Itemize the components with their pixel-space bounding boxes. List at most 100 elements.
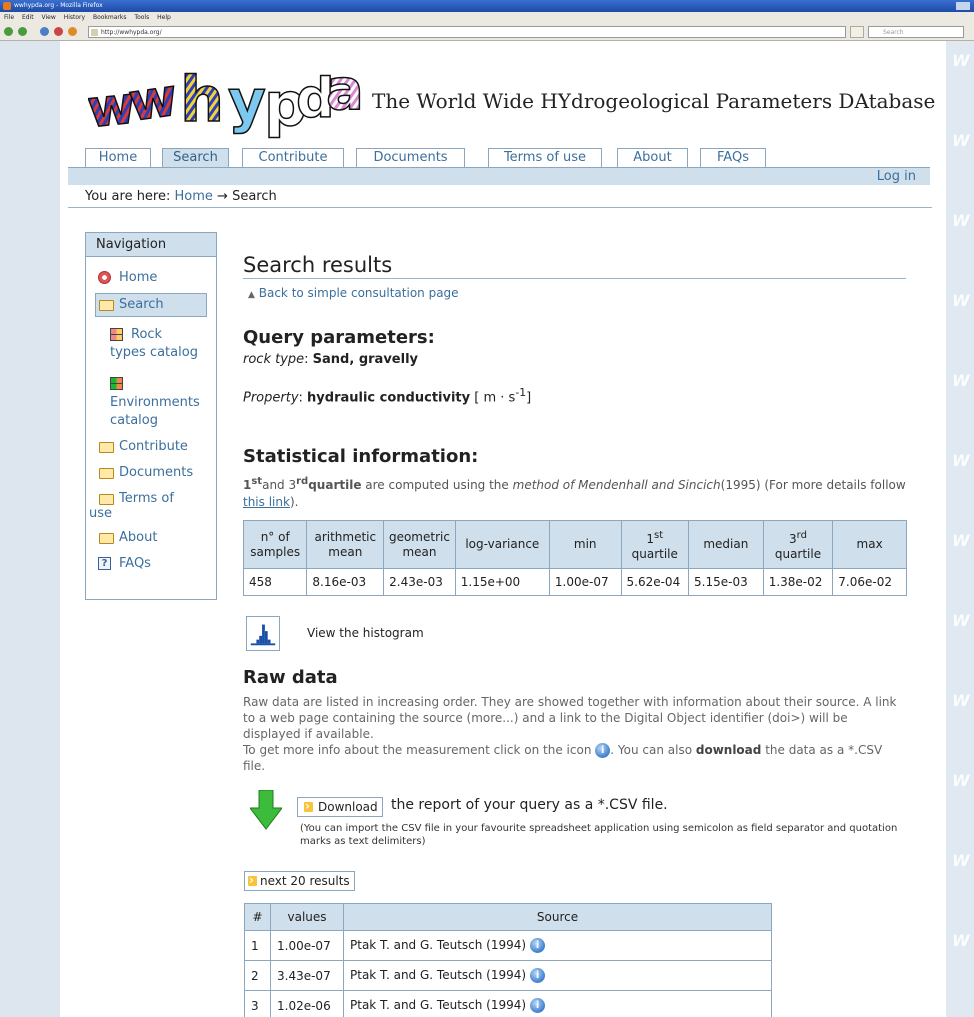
histogram-icon[interactable] [246,616,280,651]
back-arrow-icon[interactable] [4,27,13,36]
search-placeholder: Search [883,29,904,36]
home-browser-icon[interactable] [68,27,77,36]
unit-exponent: -1 [515,386,527,399]
nav-item-rock-types-line2[interactable]: types catalog [110,344,198,361]
nav-item-rock-types-line1[interactable]: Rock [131,326,162,343]
tab-about[interactable]: About [617,148,688,168]
right-background: W W W W W W W W W W W W [946,41,974,1017]
window-controls[interactable] [956,2,970,10]
tab-contribute[interactable]: Contribute [242,148,344,168]
download-button[interactable]: Download [297,797,383,817]
note-quartile: quartile [308,478,362,492]
source-text: Ptak T. and G. Teutsch (1994) [350,938,527,952]
folder-icon [99,533,114,544]
menu-file[interactable]: File [4,14,14,21]
raw-data-heading: Raw data [243,667,338,688]
note-after: (1995) (For more details follow [720,478,906,492]
col-values: values [270,903,344,931]
col-arith-mean: arithmetic mean [306,520,385,569]
info-icon[interactable]: i [530,938,546,953]
raw-data-table: # values Source 1 1.00e-07 Ptak T. and G… [244,903,772,1017]
nav-item-about[interactable]: About [119,529,157,546]
menu-view[interactable]: View [42,14,56,21]
nav-item-environments-line1[interactable]: Environments [110,394,200,411]
menu-bookmarks[interactable]: Bookmarks [93,14,127,21]
menu-help[interactable]: Help [157,14,171,21]
tab-strip: Log in [68,167,930,185]
cell-q1: 5.62e-04 [620,568,690,596]
q3-word: quartile [774,546,822,561]
folder-icon [99,442,114,453]
forward-arrow-icon[interactable] [18,27,27,36]
table-row: 3 1.02e-06 Ptak T. and G. Teutsch (1994)… [244,990,772,1017]
row-value: 3.43e-07 [270,960,344,991]
home-icon [98,271,111,284]
browser-menu-bar: File Edit View History Bookmarks Tools H… [0,12,974,23]
row-number: 1 [244,930,271,961]
info-icon[interactable]: i [530,968,546,983]
nav-item-home[interactable]: Home [119,269,157,286]
tab-documents[interactable]: Documents [356,148,465,168]
nav-item-faqs[interactable]: FAQs [119,555,151,572]
tab-faqs[interactable]: FAQs [700,148,766,168]
breadcrumb-current: Search [232,189,277,204]
question-icon: ? [98,557,111,570]
info-icon[interactable]: i [530,998,546,1013]
browser-nav-bar: http://wwhypda.org/ Search [0,23,974,41]
browser-search-input[interactable]: Search [868,26,964,38]
url-text: http://wwhypda.org/ [101,29,162,36]
unit-text: [ m · s [474,390,516,406]
svg-text:w: w [125,68,181,134]
q3-sup: rd [796,529,807,541]
watermark-glyph: W [952,211,970,230]
back-link[interactable]: ▲ Back to simple consultation page [248,286,459,300]
url-bar[interactable]: http://wwhypda.org/ [88,26,846,38]
this-link[interactable]: this link [243,495,290,509]
note-method: method of Mendenhall and Sincich [512,478,721,492]
rock-type-value: Sand, gravelly [312,352,418,367]
arrow-icon [248,871,257,889]
menu-history[interactable]: History [64,14,85,21]
login-link[interactable]: Log in [877,169,916,184]
window-title: wwhypda.org - Mozilla Firefox [14,2,103,9]
col-samples: n° of samples [242,520,308,569]
tab-search[interactable]: Search [162,148,229,169]
wwhypda-logo[interactable]: w w h y p d a [88,51,368,141]
view-histogram-link[interactable]: View the histogram [307,626,424,640]
col-median: median [688,520,764,569]
tab-terms-of-use[interactable]: Terms of use [488,148,602,168]
col-log-variance: log-variance [454,520,550,569]
favicon-icon [91,29,98,36]
property-label: Property [243,390,299,406]
statistics-note: 1stand 3rdquartile are computed using th… [243,473,907,511]
row-source: Ptak T. and G. Teutsch (1994) i [343,990,772,1017]
cell-samples: 458 [242,568,308,596]
watermark-glyph: W [952,531,970,550]
nav-item-terms-line2[interactable]: use [89,505,112,522]
stop-icon[interactable] [54,27,63,36]
navigation-portlet: Navigation Home Search Rock types catalo… [85,232,217,600]
watermark-glyph: W [952,931,970,950]
row-number: 3 [244,990,271,1017]
breadcrumb-home[interactable]: Home [175,189,213,204]
breadcrumb-separator: → [217,189,228,204]
tab-home[interactable]: Home [85,148,151,168]
nav-item-contribute[interactable]: Contribute [119,438,188,455]
next-results-label: next 20 results [260,874,350,888]
nav-item-terms-line1[interactable]: Terms of [119,490,174,507]
statistical-information-heading: Statistical information: [243,446,479,467]
left-background [0,41,60,1017]
breadcrumb-prefix: You are here: [85,189,171,204]
watermark-glyph: W [952,611,970,630]
go-button[interactable] [850,26,864,38]
row-value: 1.02e-06 [270,990,344,1017]
svg-text:y: y [228,67,266,135]
reload-icon[interactable] [40,27,49,36]
nav-item-environments-line2[interactable]: catalog [110,412,158,429]
menu-edit[interactable]: Edit [22,14,34,21]
nav-item-search[interactable]: Search [119,296,164,313]
nav-item-documents[interactable]: Documents [119,464,193,481]
menu-tools[interactable]: Tools [134,14,149,21]
next-results-button[interactable]: next 20 results [244,871,355,891]
col-number: # [244,903,271,931]
